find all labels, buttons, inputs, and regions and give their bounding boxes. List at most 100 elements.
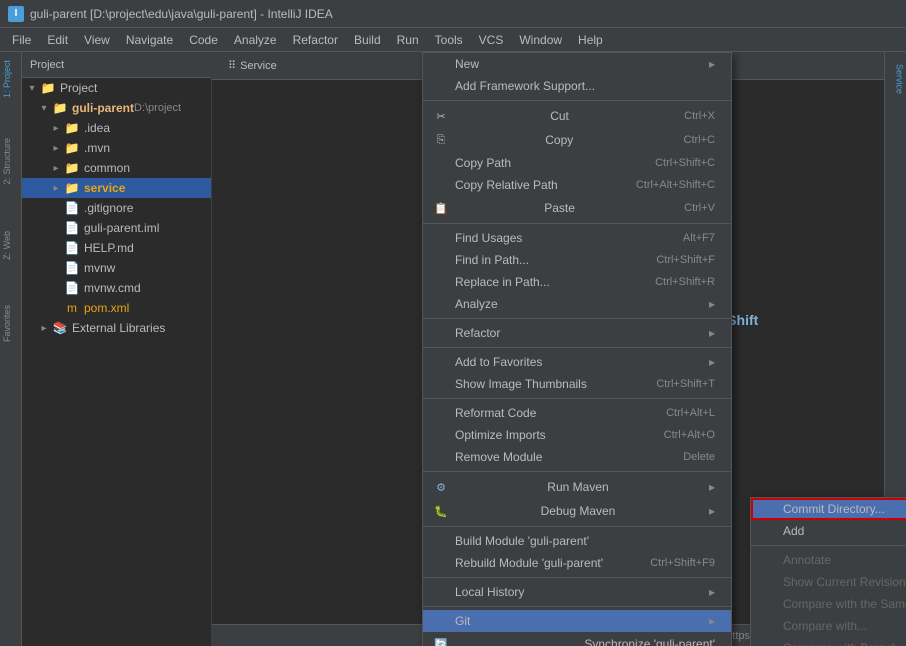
tree-label: mvnw.cmd [84,281,141,295]
menu-item-refactor[interactable]: Refactor ▸ [423,322,731,344]
arrow-icon: ▸ [38,322,50,334]
item-label: Copy Path [455,156,511,170]
menu-item-remove-module[interactable]: Remove Module Delete [423,446,731,468]
menu-item-optimize-imports[interactable]: Optimize Imports Ctrl+Alt+O [423,424,731,446]
shortcut: Ctrl+Shift+F [656,254,715,266]
spacer [50,202,62,214]
folder-icon: 📁 [64,140,80,156]
sidebar-item-favorites[interactable]: Favorites [0,297,22,350]
arrow-icon: ▸ [50,182,62,194]
tree-label: common [84,161,130,175]
tree-item-project[interactable]: ▾ 📁 Project [22,78,211,98]
menu-item-show-thumbnails[interactable]: Show Image Thumbnails Ctrl+Shift+T [423,373,731,395]
tree-item-mvnw[interactable]: 📄 mvnw [22,258,211,278]
menu-vcs[interactable]: VCS [471,31,512,49]
file-icon: 📄 [64,240,80,256]
sidebar-item-service-right[interactable]: Service [885,52,906,102]
submenu-item-add[interactable]: Add Ctrl+Alt+A [751,520,906,542]
menu-item-copy[interactable]: ⎘ Copy Ctrl+C [423,128,731,152]
item-label: Paste [544,201,575,215]
project-panel-title: Project [30,59,64,71]
tree-item-guli-parent[interactable]: ▾ 📁 guli-parent D:\project [22,98,211,118]
tree-item-mvn[interactable]: ▸ 📁 .mvn [22,138,211,158]
menu-refactor[interactable]: Refactor [285,31,346,49]
menu-item-reformat[interactable]: Reformat Code Ctrl+Alt+L [423,402,731,424]
menu-item-synchronize[interactable]: 🔄 Synchronize 'guli-parent' [423,632,731,646]
menu-edit[interactable]: Edit [39,31,76,49]
item-label: Find in Path... [455,253,529,267]
separator [423,606,731,607]
libraries-icon: 📚 [52,320,68,336]
bottom-url: https://blog.csdn.net/m0_46726686 [726,630,898,642]
scissors-icon: ✂ [431,108,451,124]
menu-build[interactable]: Build [346,31,389,49]
menu-item-local-history[interactable]: Local History ▸ [423,581,731,603]
shortcut: Ctrl+Alt+L [666,407,715,419]
file-icon: 📄 [64,220,80,236]
tree-item-helpmd[interactable]: 📄 HELP.md [22,238,211,258]
main-area: 1: Project 2: Structure Z: Web Favorites… [0,52,906,646]
menu-item-replace-in-path[interactable]: Replace in Path... Ctrl+Shift+R [423,271,731,293]
item-label: Rebuild Module 'guli-parent' [455,556,603,570]
tree-item-common[interactable]: ▸ 📁 common [22,158,211,178]
tree-item-mvnw-cmd[interactable]: 📄 mvnw.cmd [22,278,211,298]
tree-item-pomxml[interactable]: m pom.xml [22,298,211,318]
sidebar-item-web[interactable]: Z: Web [0,223,22,268]
menu-item-analyze[interactable]: Analyze ▸ [423,293,731,315]
item-label: Add Framework Support... [455,79,595,93]
menu-item-copy-path[interactable]: Copy Path Ctrl+Shift+C [423,152,731,174]
menu-item-find-usages[interactable]: Find Usages Alt+F7 [423,227,731,249]
item-label: Analyze [455,297,498,311]
menu-item-paste[interactable]: 📋 Paste Ctrl+V [423,196,731,220]
service-label: Service [240,60,277,72]
tree-item-external-libraries[interactable]: ▸ 📚 External Libraries [22,318,211,338]
tree-item-idea[interactable]: ▸ 📁 .idea [22,118,211,138]
menu-item-debug-maven[interactable]: 🐛 Debug Maven ▸ [423,499,731,523]
service-button[interactable]: ⠿ Service [220,57,285,74]
shortcut: Ctrl+V [684,202,715,214]
separator [423,223,731,224]
menu-item-cut[interactable]: ✂ Cut Ctrl+X [423,104,731,128]
item-label: Git [455,614,470,628]
submenu-item-commit-directory[interactable]: Commit Directory... [751,498,906,520]
tree-item-gitignore[interactable]: 📄 .gitignore [22,198,211,218]
menu-help[interactable]: Help [570,31,611,49]
menu-item-new[interactable]: New ▸ [423,53,731,75]
menu-item-find-in-path[interactable]: Find in Path... Ctrl+Shift+F [423,249,731,271]
menu-item-rebuild-module[interactable]: Rebuild Module 'guli-parent' Ctrl+Shift+… [423,552,731,574]
shortcut: Ctrl+Shift+R [655,276,715,288]
menu-code[interactable]: Code [181,31,226,49]
separator [423,100,731,101]
item-label: Reformat Code [455,406,536,420]
menu-item-add-framework[interactable]: Add Framework Support... [423,75,731,97]
menu-view[interactable]: View [76,31,118,49]
tree-label: Project [60,81,97,95]
menu-file[interactable]: File [4,31,39,49]
menu-item-build-module[interactable]: Build Module 'guli-parent' [423,530,731,552]
sync-icon: 🔄 [431,636,451,646]
item-label: Add to Favorites [455,355,542,369]
code-context-menu: New ▸ Add Framework Support... ✂ Cut Ctr… [422,52,732,646]
menu-analyze[interactable]: Analyze [226,31,285,49]
submenu-arrow-icon: ▸ [709,57,715,71]
menu-tools[interactable]: Tools [427,31,471,49]
menu-run[interactable]: Run [389,31,427,49]
menu-item-add-to-favorites[interactable]: Add to Favorites ▸ [423,351,731,373]
item-label: Copy [545,133,573,147]
item-label: Add [783,524,804,538]
menu-window[interactable]: Window [511,31,570,49]
separator [423,471,731,472]
tree-item-service[interactable]: ▸ 📁 service [22,178,211,198]
separator [423,318,731,319]
menu-item-run-maven[interactable]: ⚙ Run Maven ▸ [423,475,731,499]
item-label: Show Image Thumbnails [455,377,587,391]
tree-label: pom.xml [84,301,129,315]
tree-item-iml[interactable]: 📄 guli-parent.iml [22,218,211,238]
menu-item-copy-relative-path[interactable]: Copy Relative Path Ctrl+Alt+Shift+C [423,174,731,196]
sidebar-item-structure[interactable]: 2: Structure [0,130,22,193]
sidebar-item-project[interactable]: 1: Project [0,52,22,110]
file-icon: m [64,300,80,316]
menu-item-git[interactable]: Git ▸ [423,610,731,632]
menu-navigate[interactable]: Navigate [118,31,181,49]
shortcut: Delete [683,451,715,463]
